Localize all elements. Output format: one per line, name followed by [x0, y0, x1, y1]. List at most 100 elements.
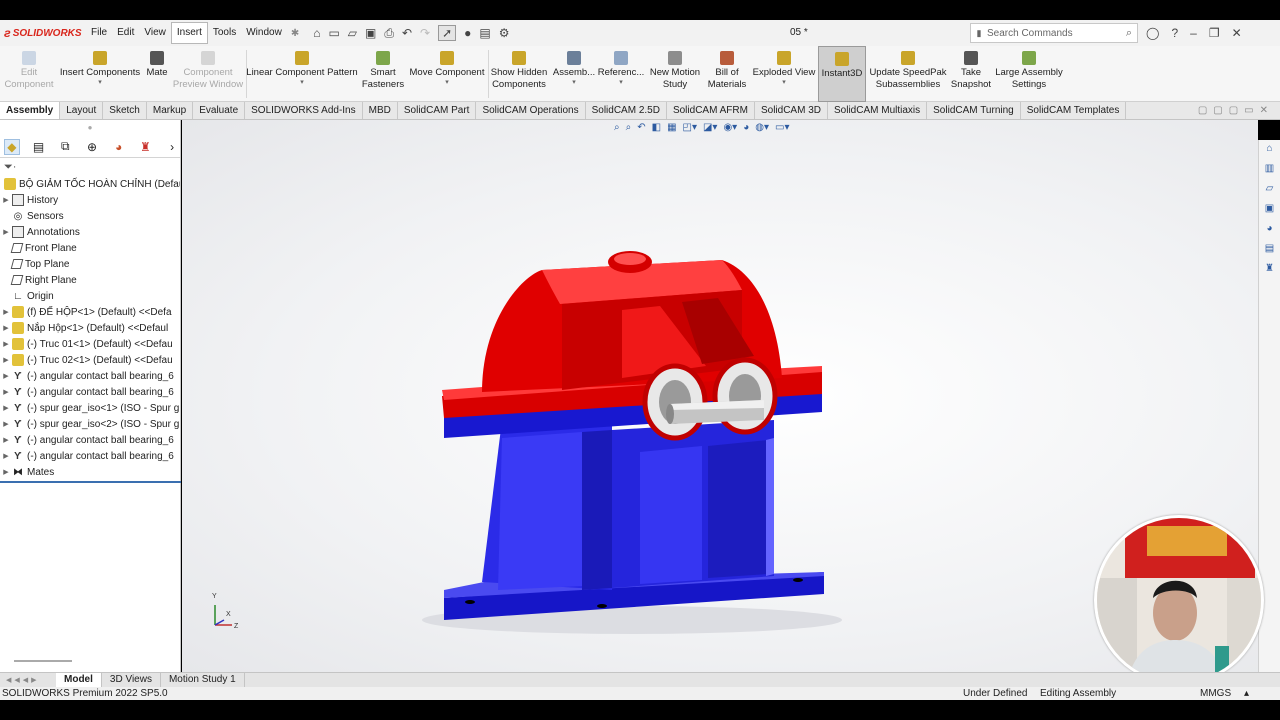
print-icon[interactable]: ⎙	[384, 26, 394, 41]
undo-icon[interactable]: ↶	[402, 26, 412, 40]
tree-item-component[interactable]: ▶ Ƴ (-) spur gear_iso<1> (ISO - Spur g	[0, 400, 180, 416]
expand-arrow-icon[interactable]: ▶	[0, 452, 12, 460]
expand-arrow-icon[interactable]: ▶	[0, 356, 12, 364]
menu-tools[interactable]: Tools	[208, 20, 241, 46]
pin-icon[interactable]: ✱	[291, 28, 299, 39]
expand-arrow-icon[interactable]: ▶	[0, 420, 12, 428]
chevron-down-icon[interactable]: ▾	[619, 79, 623, 87]
custom-properties-icon[interactable]: ▤	[1263, 242, 1277, 256]
solidcam-pane-icon[interactable]: ♜	[1263, 262, 1277, 276]
tab-3d-views[interactable]: 3D Views	[102, 673, 161, 687]
instant3d-button[interactable]: Instant3D	[818, 46, 866, 102]
tab-solidworks-addins[interactable]: SOLIDWORKS Add-Ins	[245, 102, 363, 119]
take-snapshot-button[interactable]: Take Snapshot	[950, 46, 992, 102]
horizontal-scrollbar[interactable]	[14, 660, 72, 662]
menu-file[interactable]: File	[86, 20, 112, 46]
linear-component-pattern-button[interactable]: Linear Component Pattern ▾	[246, 46, 358, 102]
tab-layout[interactable]: Layout	[60, 102, 104, 119]
design-library-icon[interactable]: ▥	[1263, 162, 1277, 176]
options-gear-icon[interactable]: ⚙	[499, 26, 510, 40]
expand-arrow-icon[interactable]: ▶	[0, 308, 12, 316]
tree-item-component[interactable]: ▶ Ƴ (-) spur gear_iso<2> (ISO - Spur g	[0, 416, 180, 432]
tab-solidcam-operations[interactable]: SolidCAM Operations	[476, 102, 586, 119]
user-account-icon[interactable]: ◯	[1146, 26, 1159, 40]
tab-assembly[interactable]: Assembly	[0, 102, 61, 119]
tab-model[interactable]: Model	[56, 673, 102, 687]
tree-item-history[interactable]: ▶ History	[0, 192, 180, 208]
tab-markup[interactable]: Markup	[147, 102, 194, 119]
chevron-down-icon[interactable]: ▾	[572, 79, 576, 87]
new-motion-study-button[interactable]: New Motion Study	[646, 46, 704, 102]
appearances-icon[interactable]: ◕	[1263, 222, 1277, 236]
property-manager-tab-icon[interactable]: ▤	[31, 139, 47, 155]
save-icon[interactable]: ▣	[365, 26, 376, 40]
expand-arrow-icon[interactable]: ▶	[0, 324, 12, 332]
unit-system-selector[interactable]: MMGS	[1200, 687, 1231, 700]
close-icon[interactable]: ✕	[1232, 26, 1242, 40]
tab-evaluate[interactable]: Evaluate	[193, 102, 246, 119]
tree-item-front-plane[interactable]: Front Plane	[0, 240, 180, 256]
chevron-down-icon[interactable]: ▾	[445, 79, 449, 87]
select-pointer-icon[interactable]: ➚	[438, 25, 457, 41]
menu-view[interactable]: View	[139, 20, 171, 46]
tree-item-mates[interactable]: ▶ ⧓ Mates	[0, 464, 180, 480]
chevron-down-icon[interactable]: ▾	[300, 79, 304, 87]
tree-item-component[interactable]: ▶ Ƴ (-) angular contact ball bearing_6	[0, 368, 180, 384]
view-palette-icon[interactable]: ▣	[1263, 202, 1277, 216]
show-hidden-components-button[interactable]: Show Hidden Components	[490, 46, 548, 102]
tab-motion-study-1[interactable]: Motion Study 1	[161, 673, 245, 687]
feature-tree-tab-icon[interactable]: ◆	[4, 138, 20, 155]
tab-solidcam-part[interactable]: SolidCAM Part	[398, 102, 477, 119]
tree-item-component[interactable]: ▶ Nắp Hộp<1> (Default) <<Defaul	[0, 320, 180, 336]
document-window-controls[interactable]: ▢▢▢▭✕	[1198, 102, 1274, 119]
solidworks-resources-icon[interactable]: ⌂	[1263, 142, 1277, 156]
search-input[interactable]: Search Commands	[987, 28, 1121, 39]
search-icon[interactable]: ⌕	[1121, 27, 1137, 40]
chevron-up-icon[interactable]: ▴	[1244, 687, 1249, 700]
dimxpert-tab-icon[interactable]: ⊕	[84, 139, 100, 155]
minimize-icon[interactable]: –	[1190, 26, 1197, 40]
assembly-features-button[interactable]: Assemb... ▾	[552, 46, 596, 102]
mate-button[interactable]: Mate	[144, 46, 170, 102]
solidworks-logo[interactable]: ƨ SOLIDWORKS	[0, 20, 86, 46]
tree-item-sensors[interactable]: ◎ Sensors	[0, 208, 180, 224]
tree-item-component[interactable]: ▶ Ƴ (-) angular contact ball bearing_6	[0, 384, 180, 400]
rebuild-icon[interactable]: ●	[464, 26, 471, 40]
open-icon[interactable]: ▱	[348, 26, 357, 40]
chevron-down-icon[interactable]: ▾	[782, 79, 786, 87]
tab-solidcam-25d[interactable]: SolidCAM 2.5D	[586, 102, 667, 119]
expand-arrow-icon[interactable]: ▶	[0, 340, 12, 348]
home-icon[interactable]: ⌂	[313, 26, 320, 40]
file-properties-icon[interactable]: ▤	[479, 26, 490, 40]
search-commands-box[interactable]: ▮ Search Commands ⌕	[970, 23, 1138, 43]
tab-solidcam-afrm[interactable]: SolidCAM AFRM	[667, 102, 755, 119]
new-document-icon[interactable]: ▭	[328, 26, 339, 40]
expand-arrow-icon[interactable]: ▶	[0, 196, 12, 204]
tab-solidcam-3d[interactable]: SolidCAM 3D	[755, 102, 828, 119]
tree-item-component[interactable]: ▶ Ƴ (-) angular contact ball bearing_6	[0, 448, 180, 464]
configuration-manager-tab-icon[interactable]: ⧉	[57, 139, 73, 155]
tree-item-top-plane[interactable]: Top Plane	[0, 256, 180, 272]
menu-insert[interactable]: Insert	[170, 22, 208, 44]
menu-edit[interactable]: Edit	[112, 20, 139, 46]
bill-of-materials-button[interactable]: Bill of Materials	[706, 46, 748, 102]
exploded-view-button[interactable]: Exploded View ▾	[752, 46, 816, 102]
tree-item-component[interactable]: ▶ (-) Truc 01<1> (Default) <<Defau	[0, 336, 180, 352]
large-assembly-settings-button[interactable]: Large Assembly Settings	[994, 46, 1064, 102]
expand-arrow-icon[interactable]: ▶	[0, 228, 12, 236]
tree-item-component[interactable]: ▶ (-) Truc 02<1> (Default) <<Defau	[0, 352, 180, 368]
panel-grip[interactable]: ●	[0, 120, 180, 136]
expand-arrow-icon[interactable]: ▶	[0, 372, 12, 380]
move-component-button[interactable]: Move Component ▾	[408, 46, 486, 102]
restore-icon[interactable]: ❐	[1209, 26, 1220, 40]
menu-window[interactable]: Window	[241, 20, 287, 46]
tree-item-annotations[interactable]: ▶ Annotations	[0, 224, 180, 240]
tab-solidcam-turning[interactable]: SolidCAM Turning	[927, 102, 1021, 119]
tab-solidcam-multiaxis[interactable]: SolidCAM Multiaxis	[828, 102, 928, 119]
tree-root-assembly[interactable]: BỘ GIẢM TỐC HOÀN CHỈNH (Default	[0, 176, 180, 192]
tab-navigation-arrows[interactable]: ◀◀◀▶	[0, 676, 56, 684]
filter-icon[interactable]: ⏷·	[0, 158, 180, 176]
tab-sketch[interactable]: Sketch	[103, 102, 147, 119]
more-tabs-chevron-icon[interactable]: ›	[164, 139, 180, 155]
expand-arrow-icon[interactable]: ▶	[0, 468, 12, 476]
